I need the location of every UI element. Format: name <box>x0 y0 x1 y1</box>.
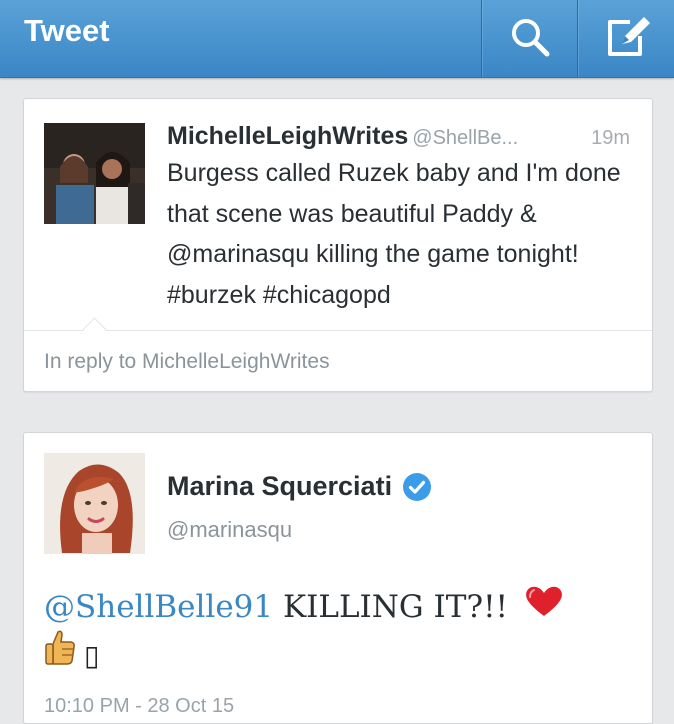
action-bar: Tweet <box>0 0 674 78</box>
verified-badge-icon <box>402 472 432 502</box>
in-reply-to-link[interactable]: In reply to MichelleLeighWrites <box>44 350 330 374</box>
avatar-photo-icon <box>44 453 145 554</box>
mention-link[interactable]: @ShellBelle91 <box>44 589 273 625</box>
main-tweet-text: @ShellBelle91 KILLING IT?!! ▯ <box>44 581 634 675</box>
reply-time: 19m <box>587 127 630 150</box>
compose-icon <box>602 14 652 64</box>
reply-tweet-card[interactable]: MichelleLeighWrites @ShellBe... 19m Burge… <box>23 98 653 392</box>
page-title: Tweet <box>24 13 110 48</box>
tweet-text: KILLING IT?!! <box>273 589 509 625</box>
main-author-handle[interactable]: @marinasqu <box>167 517 292 543</box>
reply-caret-icon <box>82 317 107 342</box>
avatar[interactable] <box>44 123 145 224</box>
avatar-photo-icon <box>44 123 145 224</box>
divider <box>24 330 652 331</box>
missing-glyph-box: ▯ <box>84 638 100 672</box>
thumbs-up-icon <box>44 628 76 683</box>
reply-tweet-text: Burgess called Ruzek baby and I'm done t… <box>167 159 621 309</box>
reply-author-line: MichelleLeighWrites @ShellBe... <box>167 122 636 151</box>
reply-author-name[interactable]: MichelleLeighWrites <box>167 122 408 150</box>
avatar[interactable] <box>44 453 145 554</box>
main-tweet-card: Marina Squerciati @marinasqu @ShellBelle… <box>23 432 653 724</box>
red-heart-icon <box>524 582 564 635</box>
compose-button[interactable] <box>577 0 674 77</box>
search-icon <box>508 15 552 63</box>
main-author-name[interactable]: Marina Squerciati <box>167 471 392 502</box>
tweet-timestamp: 10:10 PM - 28 Oct 15 <box>44 695 235 717</box>
reply-author-handle[interactable]: @ShellBe... <box>412 127 518 149</box>
search-button[interactable] <box>481 0 577 77</box>
main-author-line: Marina Squerciati <box>167 471 432 502</box>
